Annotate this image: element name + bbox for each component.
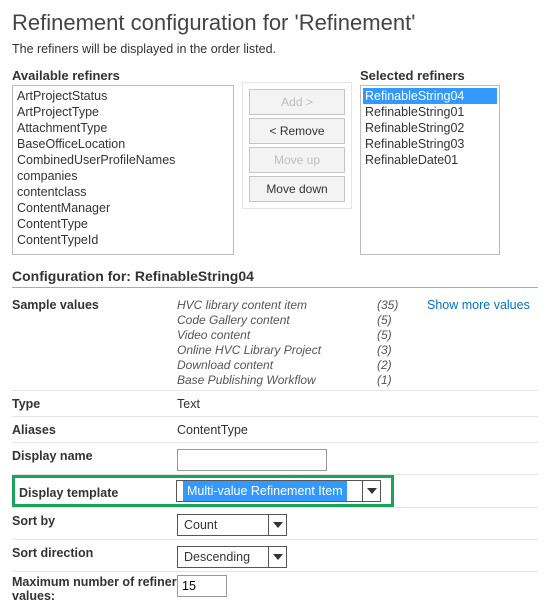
configuration-for-heading: Configuration for: RefinableString04 (12, 265, 538, 288)
aliases-label: Aliases (12, 420, 177, 437)
move-up-button[interactable]: Move up (249, 147, 345, 173)
available-refiners-label: Available refiners (12, 68, 234, 83)
type-label: Type (12, 394, 177, 411)
display-template-label: Display template (19, 483, 176, 500)
page-subtitle: The refiners will be displayed in the or… (12, 42, 538, 56)
max-refiner-values-label: Maximum number of refiner values: (12, 575, 177, 603)
sample-values-label: Sample values (12, 295, 177, 312)
list-item[interactable]: RefinableString03 (363, 136, 497, 152)
list-item[interactable]: ArtProjectType (15, 104, 231, 120)
list-item[interactable]: ArtProjectStatus (15, 88, 231, 104)
show-more-values-link[interactable]: Show more values (427, 298, 530, 387)
display-name-label: Display name (12, 446, 177, 463)
sample-values-list: HVC library content item(35)Code Gallery… (177, 298, 407, 387)
chevron-down-icon (268, 547, 286, 567)
selected-refiners-label: Selected refiners (360, 68, 500, 83)
add-button[interactable]: Add > (249, 89, 345, 115)
list-item[interactable]: RefinableString01 (363, 104, 497, 120)
remove-button[interactable]: < Remove (249, 118, 345, 144)
list-item[interactable]: RefinableString02 (363, 120, 497, 136)
available-refiners-listbox[interactable]: ArtProjectStatusArtProjectTypeAttachment… (12, 85, 234, 255)
list-item[interactable]: companies (15, 168, 231, 184)
list-item[interactable]: BaseOfficeLocation (15, 136, 231, 152)
move-down-button[interactable]: Move down (249, 176, 345, 202)
sort-direction-label: Sort direction (12, 543, 177, 560)
sort-direction-select[interactable]: Descending (177, 546, 287, 568)
list-item[interactable]: RefinableString04 (363, 88, 497, 104)
chevron-down-icon (362, 481, 380, 501)
list-item[interactable]: ContentType (15, 216, 231, 232)
sort-by-label: Sort by (12, 511, 177, 528)
list-item[interactable]: RefinableDate01 (363, 152, 497, 168)
display-name-input[interactable] (177, 449, 327, 471)
list-item[interactable]: contentclass (15, 184, 231, 200)
selected-refiners-listbox[interactable]: RefinableString04RefinableString01Refina… (360, 85, 500, 255)
display-template-select[interactable]: Multi-value Refinement Item (176, 480, 381, 502)
sort-by-select[interactable]: Count (177, 514, 287, 536)
aliases-value: ContentType (177, 420, 538, 437)
list-item[interactable]: ContentTypeId (15, 232, 231, 248)
page-title: Refinement configuration for 'Refinement… (12, 10, 538, 36)
max-refiner-values-input[interactable] (177, 575, 227, 597)
list-item[interactable]: AttachmentType (15, 120, 231, 136)
list-item[interactable]: CombinedUserProfileNames (15, 152, 231, 168)
type-value: Text (177, 394, 538, 411)
chevron-down-icon (268, 515, 286, 535)
list-item[interactable]: ContentManager (15, 200, 231, 216)
